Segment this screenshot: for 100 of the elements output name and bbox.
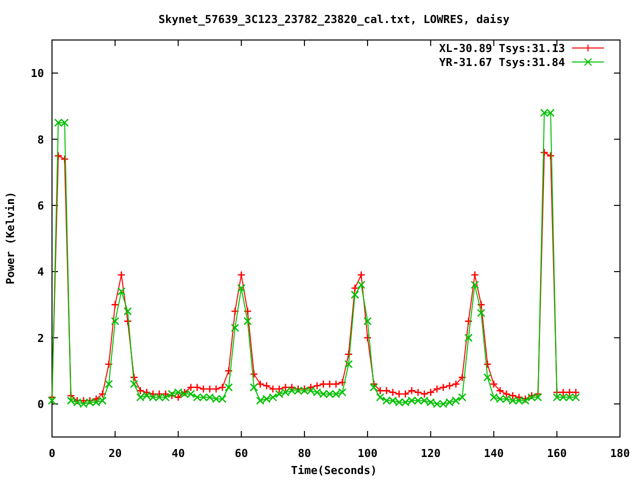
- data-point: [86, 398, 94, 406]
- data-point: [300, 384, 309, 394]
- axis-tick-label: 6: [37, 199, 44, 212]
- data-point: [48, 396, 56, 405]
- data-point: [312, 382, 322, 390]
- data-point: [332, 380, 340, 388]
- data-point: [496, 386, 504, 395]
- axis-tick-label: 4: [37, 266, 44, 279]
- data-point: [212, 394, 220, 404]
- data-point: [508, 392, 517, 400]
- data-point: [237, 284, 246, 292]
- data-point: [382, 396, 391, 405]
- data-point: [496, 394, 504, 404]
- data-point: [92, 394, 100, 404]
- data-point: [502, 394, 511, 404]
- data-point: [237, 270, 246, 280]
- data-point: [452, 396, 460, 405]
- data-point: [212, 384, 220, 394]
- data-point: [483, 373, 492, 382]
- data-point: [79, 396, 88, 405]
- data-point: [414, 388, 422, 396]
- data-point: [73, 396, 82, 405]
- data-point: [464, 317, 473, 326]
- data-point: [363, 334, 372, 342]
- data-point: [572, 388, 580, 396]
- chart-title: Skynet_57639_3C123_23782_23820_cal.txt, LOWRES, daisy: [158, 13, 510, 26]
- data-point: [326, 390, 334, 398]
- data-point: [565, 393, 574, 402]
- data-point: [256, 396, 264, 405]
- data-point: [142, 388, 151, 396]
- data-point: [508, 396, 517, 405]
- data-point: [464, 334, 473, 342]
- data-point: [546, 152, 555, 160]
- data-point: [250, 370, 258, 378]
- data-point: [92, 398, 100, 406]
- data-point: [420, 396, 428, 405]
- axis-title: Time(Seconds): [290, 464, 378, 477]
- data-point: [98, 390, 107, 398]
- data-point: [426, 398, 435, 406]
- data-point: [79, 400, 88, 408]
- data-point: [98, 396, 107, 405]
- data-point: [281, 383, 290, 392]
- data-point: [332, 390, 340, 398]
- data-point: [275, 384, 284, 394]
- data-point: [319, 380, 328, 388]
- data-point: [244, 307, 252, 316]
- data-point: [559, 393, 568, 402]
- data-point: [180, 390, 189, 398]
- data-point: [408, 396, 416, 405]
- data-point: [124, 307, 132, 316]
- data-point: [470, 280, 479, 289]
- data-point: [136, 386, 144, 395]
- axis-tick-label: 120: [420, 447, 441, 460]
- data-point: [199, 384, 208, 394]
- data-point: [186, 383, 195, 392]
- data-point: [54, 118, 62, 127]
- data-point: [534, 393, 542, 402]
- data-point: [414, 396, 422, 405]
- data-point: [174, 388, 182, 396]
- data-point: [244, 317, 252, 326]
- data-point: [376, 393, 384, 402]
- data-point: [168, 392, 176, 400]
- data-point: [262, 382, 271, 390]
- legend-label: YR-31.67 Tsys:31.84: [439, 56, 565, 69]
- data-point: [546, 108, 555, 117]
- data-point: [370, 383, 378, 392]
- data-point: [256, 380, 264, 388]
- data-point: [452, 380, 460, 388]
- data-point: [326, 380, 334, 388]
- legend-line-icon: [572, 58, 604, 66]
- data-point: [388, 396, 397, 405]
- data-point: [230, 307, 240, 316]
- data-point: [338, 388, 346, 396]
- legend-label: XL-30.89 Tsys:31.13: [439, 42, 565, 55]
- axis-tick-label: 100: [358, 447, 378, 460]
- data-point: [110, 300, 120, 309]
- data-point: [540, 108, 548, 117]
- data-point: [477, 300, 486, 309]
- data-point: [281, 388, 290, 396]
- data-point: [490, 393, 498, 402]
- data-point: [300, 386, 309, 395]
- data-point: [376, 386, 384, 395]
- data-point: [86, 396, 94, 405]
- data-point: [439, 383, 448, 392]
- data-point: [124, 317, 132, 326]
- data-point: [66, 396, 76, 405]
- data-point: [148, 393, 158, 402]
- data-point: [445, 398, 454, 406]
- axis-tick-label: 60: [234, 447, 248, 460]
- data-point: [218, 383, 227, 392]
- data-point: [180, 388, 189, 396]
- data-point: [224, 366, 233, 375]
- data-point: [110, 317, 120, 326]
- data-point: [193, 393, 202, 402]
- axis-tick-label: 140: [484, 447, 504, 460]
- data-point: [117, 270, 126, 280]
- data-point: [294, 386, 302, 395]
- data-point: [206, 393, 214, 402]
- data-point: [117, 287, 126, 296]
- data-point: [142, 392, 151, 400]
